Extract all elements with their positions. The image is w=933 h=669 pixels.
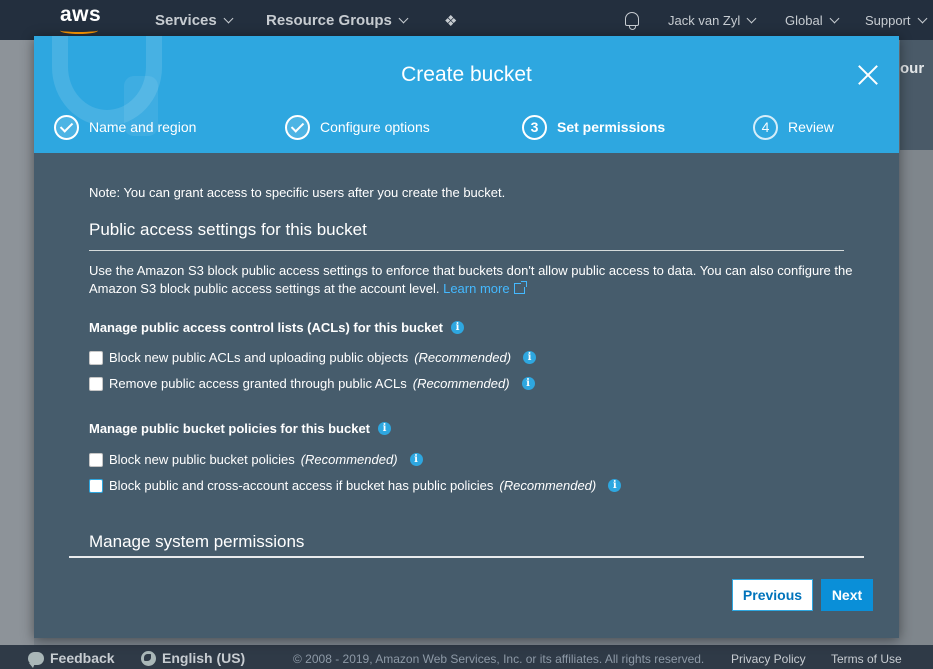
feedback-label: Feedback (50, 650, 115, 666)
option-label: Block new public bucket policies (109, 452, 295, 467)
resource-groups-menu[interactable]: Resource Groups (266, 12, 409, 29)
feedback-link[interactable]: Feedback (28, 650, 115, 668)
step-label: Name and region (89, 119, 197, 135)
step-configure-options[interactable]: Configure options (285, 114, 430, 140)
remove-public-acl-access-option[interactable]: Remove public access granted through pub… (89, 376, 535, 391)
bell-icon[interactable] (625, 12, 639, 30)
step-label: Configure options (320, 119, 430, 135)
modal-header: Create bucket Name and region Configure … (34, 36, 899, 153)
services-menu[interactable]: Services (155, 12, 234, 29)
note-text: Note: You can grant access to specific u… (89, 185, 506, 200)
block-new-public-policies-option[interactable]: Block new public bucket policies (Recomm… (89, 452, 423, 467)
info-icon[interactable]: i (409, 453, 423, 466)
acl-group-title: Manage public access control lists (ACLs… (89, 320, 464, 335)
info-icon[interactable]: i (378, 422, 391, 435)
region-menu[interactable]: Global (785, 13, 840, 28)
public-access-section-title: Public access settings for this bucket (89, 220, 367, 239)
policy-group-title-text: Manage public bucket policies for this b… (89, 421, 370, 436)
chevron-down-icon (829, 13, 840, 24)
step-name-and-region[interactable]: Name and region (54, 114, 196, 140)
language-label: English (US) (162, 650, 246, 666)
chevron-down-icon (223, 13, 234, 24)
support-menu[interactable]: Support (865, 13, 927, 28)
checkbox[interactable] (89, 452, 103, 467)
info-icon[interactable]: i (521, 377, 535, 390)
previous-button[interactable]: Previous (732, 579, 813, 611)
step-label: Review (788, 119, 834, 135)
modal-body: Note: You can grant access to specific u… (34, 153, 899, 638)
step-label: Set permissions (557, 119, 666, 135)
pin-icon[interactable]: ❖ (444, 12, 457, 30)
resource-groups-label: Resource Groups (266, 12, 392, 29)
info-icon[interactable]: i (523, 351, 537, 364)
aws-smile-icon (60, 27, 98, 34)
background-right-panel: our (900, 40, 933, 150)
option-label: Block public and cross-account access if… (109, 478, 494, 493)
user-menu[interactable]: Jack van Zyl (668, 13, 757, 28)
next-button[interactable]: Next (821, 579, 873, 611)
info-icon[interactable]: i (450, 321, 464, 334)
step-review[interactable]: 4 Review (753, 114, 834, 140)
recommended-tag: (Recommended) (499, 478, 597, 493)
block-cross-account-access-option[interactable]: Block public and cross-account access if… (89, 478, 622, 493)
background-partial-text: our (900, 60, 925, 77)
step-number-badge: 3 (522, 114, 547, 140)
recommended-tag: (Recommended) (300, 452, 398, 467)
learn-more-link[interactable]: Learn more (443, 281, 527, 296)
region-label: Global (785, 13, 823, 28)
step-set-permissions[interactable]: 3 Set permissions (522, 114, 665, 140)
policy-group-title: Manage public bucket policies for this b… (89, 421, 391, 436)
modal-title: Create bucket (401, 63, 532, 86)
terms-of-use-link[interactable]: Terms of Use (831, 652, 902, 666)
checkbox[interactable] (89, 376, 103, 391)
step-number-badge: 4 (753, 114, 778, 140)
checkbox[interactable] (89, 478, 103, 493)
aws-logo[interactable]: aws (60, 3, 101, 27)
services-label: Services (155, 12, 217, 29)
top-navigation: aws Services Resource Groups ❖ Jack van … (0, 0, 933, 40)
globe-icon (141, 650, 156, 666)
public-access-description: Use the Amazon S3 block public access se… (89, 262, 859, 298)
section-divider (89, 250, 844, 251)
speech-bubble-icon (28, 651, 44, 668)
option-label: Block new public ACLs and uploading publ… (109, 350, 409, 365)
recommended-tag: (Recommended) (414, 350, 512, 365)
create-bucket-modal: Create bucket Name and region Configure … (34, 36, 899, 638)
footer: Feedback English (US) © 2008 - 2019, Ama… (0, 645, 933, 669)
step-complete-check-icon (54, 114, 79, 140)
section-divider (69, 556, 864, 558)
background-right-lower (900, 150, 933, 645)
language-selector[interactable]: English (US) (141, 650, 245, 666)
chevron-down-icon (917, 13, 927, 24)
recommended-tag: (Recommended) (412, 376, 510, 391)
copyright-text: © 2008 - 2019, Amazon Web Services, Inc.… (293, 652, 705, 666)
chevron-down-icon (398, 13, 409, 24)
user-name: Jack van Zyl (668, 13, 741, 28)
background-left-panel (0, 40, 34, 645)
step-complete-check-icon (285, 114, 310, 140)
system-permissions-section-title: Manage system permissions (89, 532, 305, 551)
info-icon[interactable]: i (608, 479, 622, 492)
chevron-down-icon (746, 13, 757, 24)
close-icon[interactable] (857, 64, 879, 86)
external-link-icon (513, 281, 527, 294)
checkbox[interactable] (89, 350, 103, 365)
support-label: Support (865, 13, 911, 28)
acl-group-title-text: Manage public access control lists (ACLs… (89, 320, 443, 335)
privacy-policy-link[interactable]: Privacy Policy (731, 652, 806, 666)
block-new-public-acls-option[interactable]: Block new public ACLs and uploading publ… (89, 350, 537, 365)
option-label: Remove public access granted through pub… (109, 376, 407, 391)
